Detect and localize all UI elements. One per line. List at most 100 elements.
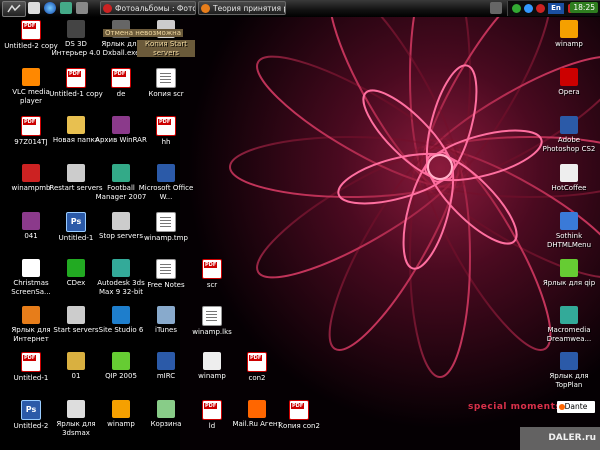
firefox-task-icon bbox=[201, 4, 210, 13]
desktop-icon-label: Microsoft Office W... bbox=[138, 184, 194, 201]
start-button[interactable] bbox=[2, 1, 26, 17]
desktop-icon[interactable]: scr bbox=[183, 259, 241, 290]
desktop-icon-label: Копия Start servers bbox=[137, 40, 195, 57]
desktop-icon[interactable]: HotCoffee bbox=[540, 164, 598, 193]
tray-toggle-icon[interactable] bbox=[490, 2, 502, 14]
football-manager-icon bbox=[112, 164, 130, 182]
recycle-bin-icon bbox=[157, 400, 175, 418]
text-file-icon bbox=[202, 306, 222, 326]
opera-icon bbox=[560, 68, 578, 86]
pdf-icon bbox=[66, 68, 86, 88]
snowflake-icon bbox=[22, 259, 40, 277]
ie-quicklaunch-icon[interactable] bbox=[44, 2, 56, 14]
taskbar-task-photoalbums[interactable]: Фотоальбомы : Фото... bbox=[100, 1, 196, 15]
ds3d-icon bbox=[67, 20, 85, 38]
text-file-icon bbox=[156, 259, 176, 279]
folder-icon bbox=[67, 116, 85, 134]
zip-icon bbox=[67, 352, 85, 370]
photoshop-icon: Ps bbox=[21, 400, 41, 420]
tray-icon-c[interactable] bbox=[536, 4, 545, 13]
desktop-icon-label: HotCoffee bbox=[551, 184, 587, 192]
cdex-icon bbox=[67, 259, 85, 277]
desktop-icon-label: Ярлык для qip bbox=[542, 279, 596, 287]
batch-icon bbox=[67, 164, 85, 182]
desktop-icon[interactable]: Копия con2 bbox=[270, 400, 328, 431]
shortcut-icon bbox=[203, 352, 221, 370]
winrar-icon bbox=[22, 212, 40, 230]
hotcoffee-icon bbox=[560, 164, 578, 182]
windows-logo-icon bbox=[7, 4, 21, 13]
winamp-icon bbox=[560, 20, 578, 38]
desktop-icon-label: Sothink DHTMLMenu bbox=[546, 232, 592, 249]
taskbar-task-decision-theory[interactable]: Теория принятия ре... bbox=[198, 1, 286, 15]
desktop-icon[interactable]: Sothink DHTMLMenu bbox=[540, 212, 598, 249]
desktop-icon-label: con2 bbox=[248, 374, 266, 382]
wallpaper-caption: special moments bbox=[468, 402, 562, 412]
text-file-icon bbox=[156, 68, 176, 88]
vlc-cone-icon bbox=[22, 68, 40, 86]
itunes-icon bbox=[157, 306, 175, 324]
batch-icon bbox=[112, 212, 130, 230]
desktop-icon[interactable]: Ярлык для TopPlan bbox=[540, 352, 598, 389]
pdf-icon bbox=[21, 352, 41, 372]
pdf-icon bbox=[202, 400, 222, 420]
photoshop-cs2-icon bbox=[560, 116, 578, 134]
qip-icon bbox=[112, 352, 130, 370]
desktop-icon[interactable]: Macromedia Dreamwea... bbox=[540, 306, 598, 343]
desktop-icon[interactable]: Копия Start servers bbox=[137, 20, 195, 57]
3dsmax-icon bbox=[112, 259, 130, 277]
undo-tooltip-text: Отмена невозможна bbox=[105, 29, 182, 37]
desktop-icon[interactable]: Microsoft Office W... bbox=[137, 164, 195, 201]
tray-icon-b[interactable] bbox=[524, 4, 533, 13]
task-label: Фотоальбомы : Фото... bbox=[115, 4, 196, 13]
desktop-icon[interactable]: Adobe Photoshop CS2 bbox=[540, 116, 598, 153]
desktop-icon[interactable]: Копия scr bbox=[137, 68, 195, 99]
desktop-icon[interactable]: Ярлык для qip bbox=[540, 259, 598, 288]
winamp-icon bbox=[112, 400, 130, 418]
desktop-icon[interactable]: winamp.tmp bbox=[137, 212, 195, 243]
pdf-icon bbox=[21, 116, 41, 136]
batch-icon bbox=[67, 306, 85, 324]
tray-icon-a[interactable] bbox=[512, 4, 521, 13]
mailru-agent-icon bbox=[248, 400, 266, 418]
word-icon bbox=[157, 164, 175, 182]
taskbar: Фотоальбомы : Фото... Теория принятия ре… bbox=[0, 0, 600, 18]
desktop-icon[interactable]: winamp.lks bbox=[183, 306, 241, 337]
desktop-icon-label: winamp.tmp bbox=[144, 234, 188, 242]
desktop-icon-label: Opera bbox=[558, 88, 580, 96]
pdf-icon bbox=[289, 400, 309, 420]
desktop-icon-label: Копия con2 bbox=[278, 422, 320, 430]
pdf-icon bbox=[156, 116, 176, 136]
pdf-icon bbox=[247, 352, 267, 372]
watermark: DALER.ru bbox=[520, 427, 600, 450]
desktop-icon[interactable]: Opera bbox=[540, 68, 598, 97]
pdf-icon bbox=[202, 259, 222, 279]
language-indicator[interactable]: En bbox=[548, 3, 564, 14]
sothink-icon bbox=[560, 212, 578, 230]
explorer-quicklaunch-icon[interactable] bbox=[60, 2, 72, 14]
winampmb-icon bbox=[22, 164, 40, 182]
topplan-icon bbox=[560, 352, 578, 370]
desktop-icon-label: Копия scr bbox=[148, 90, 184, 98]
undo-tooltip: Отмена невозможна bbox=[103, 29, 184, 37]
text-file-icon bbox=[156, 212, 176, 232]
pdf-icon bbox=[111, 68, 131, 88]
desktop-icon-label: Adobe Photoshop CS2 bbox=[542, 136, 596, 153]
window-icon bbox=[67, 400, 85, 418]
tray-clock[interactable]: 18:25 bbox=[570, 2, 598, 13]
desktop-icon-label: hh bbox=[161, 138, 171, 146]
pdf-icon bbox=[21, 20, 41, 40]
dante-widget[interactable]: Dante bbox=[557, 401, 595, 413]
desktop-icon[interactable]: con2 bbox=[228, 352, 286, 383]
desktop-icon-label: Ярлык для TopPlan bbox=[549, 372, 589, 389]
show-desktop-icon[interactable] bbox=[28, 2, 40, 14]
site-studio-icon bbox=[112, 306, 130, 324]
desktop-icon[interactable]: hh bbox=[137, 116, 195, 147]
desktop-icon-label: Macromedia Dreamwea... bbox=[546, 326, 592, 343]
task-label: Теория принятия ре... bbox=[213, 4, 285, 13]
media-quicklaunch-icon[interactable] bbox=[76, 2, 88, 14]
winrar-icon bbox=[112, 116, 130, 134]
dreamweaver-icon bbox=[560, 306, 578, 324]
desktop-icon[interactable]: winamp bbox=[540, 20, 598, 49]
desktop-icon-label: winamp bbox=[555, 40, 583, 48]
